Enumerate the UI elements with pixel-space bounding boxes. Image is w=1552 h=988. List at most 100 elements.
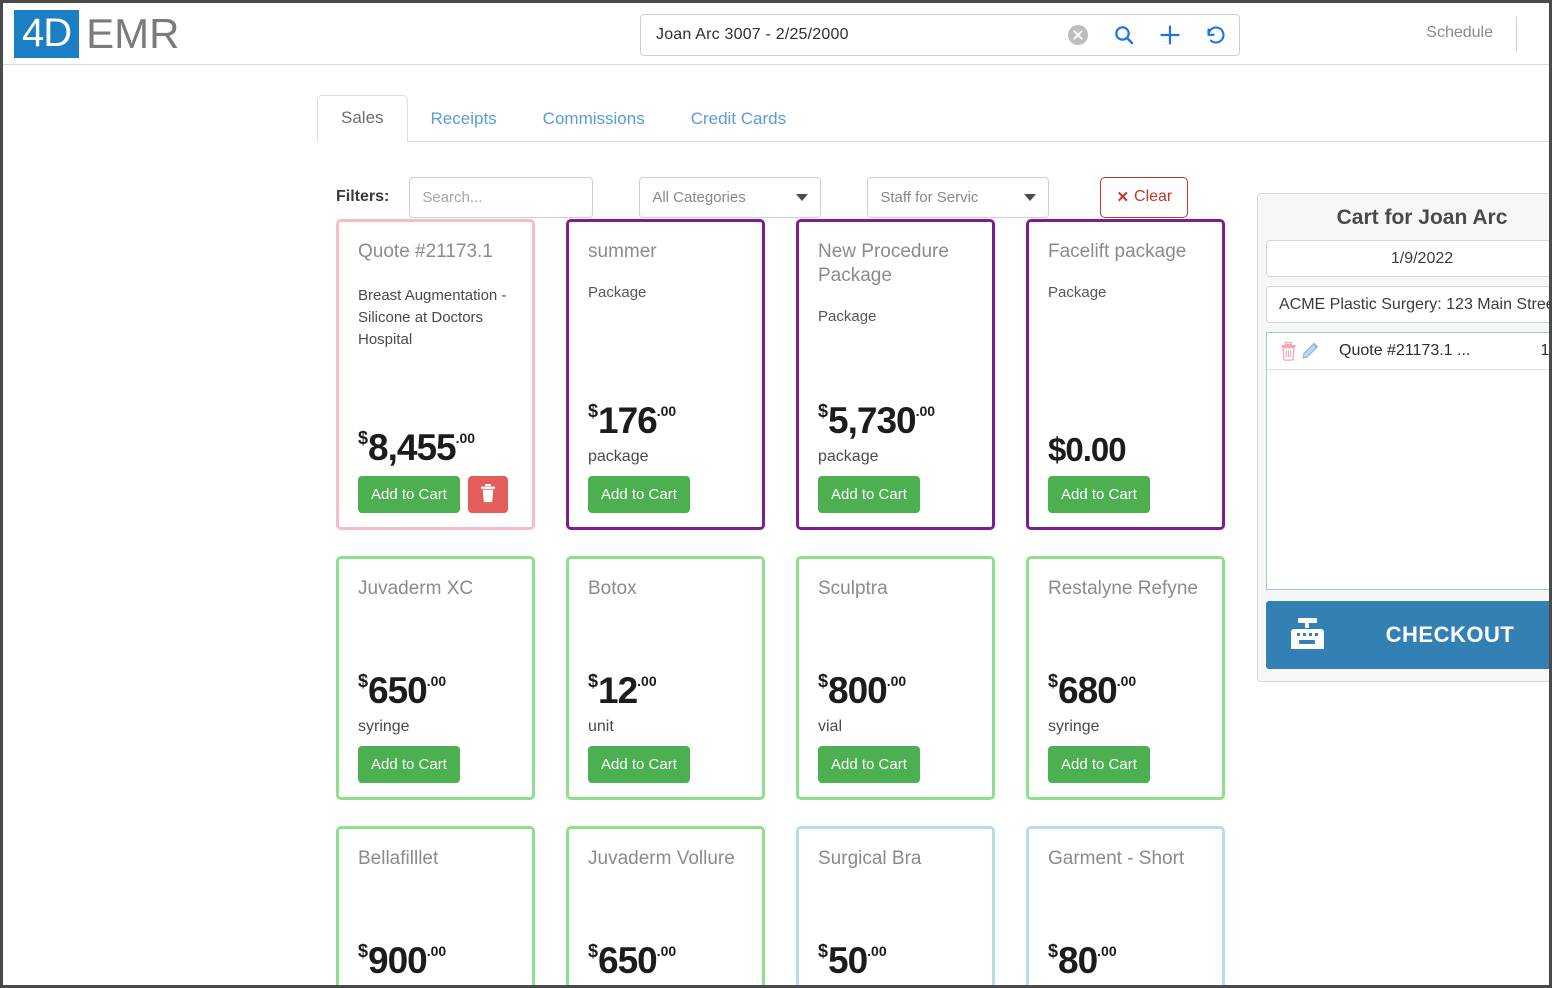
product-card[interactable]: Juvaderm XC $650.00 syringe Add to Cart	[336, 556, 535, 800]
product-title: Garment - Short	[1048, 847, 1203, 871]
category-select[interactable]: All Categories	[639, 177, 821, 218]
product-card[interactable]: summerPackage$176.00packageAdd to Cart	[566, 219, 765, 530]
app-logo[interactable]: 4D EMR	[14, 10, 179, 58]
price-amount: 650	[368, 670, 427, 711]
trash-icon[interactable]	[1277, 342, 1299, 361]
add-to-cart-button[interactable]: Add to Cart	[588, 476, 690, 513]
price-cents: .00	[1117, 673, 1136, 689]
tab-commissions[interactable]: Commissions	[520, 97, 668, 142]
product-unit: unit	[588, 718, 743, 736]
product-title: Bellafilllet	[358, 847, 513, 871]
close-icon: ✕	[1116, 188, 1129, 206]
price-cents: .00	[1097, 943, 1116, 959]
edit-pencil-icon[interactable]	[1299, 342, 1321, 360]
search-icon[interactable]	[1101, 24, 1147, 46]
product-actions: Add to Cart	[818, 476, 973, 513]
product-card[interactable]: New Procedure PackagePackage$5,730.00pac…	[796, 219, 995, 530]
currency-symbol: $	[358, 428, 368, 448]
clear-circle-icon[interactable]	[1055, 24, 1101, 46]
cart-date-field[interactable]: 1/9/2022	[1266, 240, 1552, 277]
product-price: $50.00	[818, 942, 973, 979]
price-amount: 50	[828, 940, 867, 981]
product-title: Botox	[588, 577, 743, 601]
add-to-cart-button[interactable]: Add to Cart	[1048, 746, 1150, 783]
product-card[interactable]: Garment - Short $80.00	[1026, 826, 1225, 988]
history-icon[interactable]	[1193, 23, 1239, 47]
product-price: $0.00	[1048, 433, 1203, 466]
tab-credit-cards[interactable]: Credit Cards	[668, 97, 809, 142]
plus-icon[interactable]	[1147, 23, 1193, 47]
currency-symbol: $	[588, 941, 598, 961]
app-window: 4D EMR Joan Arc 3007 - 2/25/2000 Schedul…	[0, 0, 1552, 988]
add-to-cart-button[interactable]: Add to Cart	[1048, 476, 1150, 513]
clear-filters-button[interactable]: ✕ Clear	[1100, 177, 1188, 218]
cart-item-name: Quote #21173.1 ...	[1339, 342, 1523, 360]
product-price: $900.00	[358, 942, 513, 979]
product-unit: package	[818, 448, 973, 466]
cart-item-qty: 1	[1523, 342, 1552, 360]
cart-title: Cart for Joan Arc	[1258, 194, 1552, 240]
patient-search-input[interactable]: Joan Arc 3007 - 2/25/2000	[641, 26, 1055, 44]
trash-icon	[479, 483, 497, 506]
product-unit: vial	[818, 718, 973, 736]
price-cents: .00	[657, 943, 676, 959]
product-card[interactable]: Surgical Bra $50.00	[796, 826, 995, 988]
checkout-button[interactable]: CHECKOUT	[1266, 601, 1552, 669]
product-card[interactable]: Quote #21173.1Breast Augmentation - Sili…	[336, 219, 535, 530]
currency-symbol: $	[588, 401, 598, 421]
clear-filters-label: Clear	[1134, 188, 1172, 206]
product-price: $12.00	[588, 672, 743, 709]
product-category: Package	[588, 284, 743, 301]
product-price: $800.00	[818, 672, 973, 709]
filters-label: Filters:	[336, 188, 389, 206]
chevron-down-icon	[796, 194, 808, 201]
staff-select[interactable]: Staff for Servic	[867, 177, 1049, 218]
add-to-cart-button[interactable]: Add to Cart	[818, 746, 920, 783]
product-title: Quote #21173.1	[358, 240, 513, 264]
product-price: $680.00	[1048, 672, 1203, 709]
logo-4d-mark: 4D	[14, 10, 79, 58]
tab-receipts[interactable]: Receipts	[408, 97, 520, 142]
product-grid-row: Juvaderm XC$650.00syringeAdd to CartBoto…	[336, 556, 1236, 800]
product-card[interactable]: Botox $12.00 unit Add to Cart	[566, 556, 765, 800]
product-actions: Add to Cart	[1048, 476, 1203, 513]
product-price: $650.00	[588, 942, 743, 979]
product-card[interactable]: Sculptra$800.00vialAdd to Cart	[796, 556, 995, 800]
product-unit: syringe	[358, 718, 513, 736]
product-unit: package	[588, 448, 743, 466]
price-amount: 900	[368, 940, 427, 981]
product-price: $650.00	[358, 672, 513, 709]
tab-sales[interactable]: Sales	[317, 95, 408, 142]
price-amount: 800	[828, 670, 887, 711]
price-cents: .00	[916, 403, 935, 419]
add-to-cart-button[interactable]: Add to Cart	[818, 476, 920, 513]
product-card[interactable]: Restalyne Refyne$680.00syringeAdd to Car…	[1026, 556, 1225, 800]
product-card[interactable]: Bellafilllet $900.00	[336, 826, 535, 988]
product-title: Facelift package	[1048, 240, 1203, 264]
product-price: $80.00	[1048, 942, 1203, 979]
product-grid-row: Bellafilllet$900.00Juvaderm Vollure$650.…	[336, 826, 1236, 988]
product-card[interactable]: Facelift packagePackage$0.00Add to Cart	[1026, 219, 1225, 530]
patient-search-box[interactable]: Joan Arc 3007 - 2/25/2000	[640, 14, 1240, 56]
product-price: $8,455.00	[358, 429, 513, 466]
product-actions: Add to Cart	[358, 476, 513, 513]
schedule-link[interactable]: Schedule	[1426, 24, 1493, 42]
price-amount: 8,455	[368, 427, 456, 468]
currency-symbol: $	[818, 671, 828, 691]
product-title: summer	[588, 240, 743, 264]
add-to-cart-button[interactable]: Add to Cart	[358, 476, 460, 513]
cart-location-field[interactable]: ACME Plastic Surgery: 123 Main Street	[1266, 286, 1552, 323]
product-grid-row: Quote #21173.1Breast Augmentation - Sili…	[336, 219, 1236, 530]
add-to-cart-button[interactable]: Add to Cart	[358, 746, 460, 783]
add-to-cart-button[interactable]: Add to Cart	[588, 746, 690, 783]
product-card[interactable]: Juvaderm Vollure$650.00	[566, 826, 765, 988]
price-amount: 176	[598, 400, 657, 441]
product-actions: Add to Cart	[1048, 746, 1203, 783]
delete-quote-button[interactable]	[468, 476, 508, 513]
product-title: Juvaderm XC	[358, 577, 513, 601]
product-title: New Procedure Package	[818, 240, 973, 288]
product-title: Surgical Bra	[818, 847, 973, 871]
cart-item-row[interactable]: Quote #21173.1 ...1	[1267, 333, 1552, 370]
search-input[interactable]: Search...	[409, 177, 593, 218]
toolbar-divider	[1516, 17, 1517, 51]
